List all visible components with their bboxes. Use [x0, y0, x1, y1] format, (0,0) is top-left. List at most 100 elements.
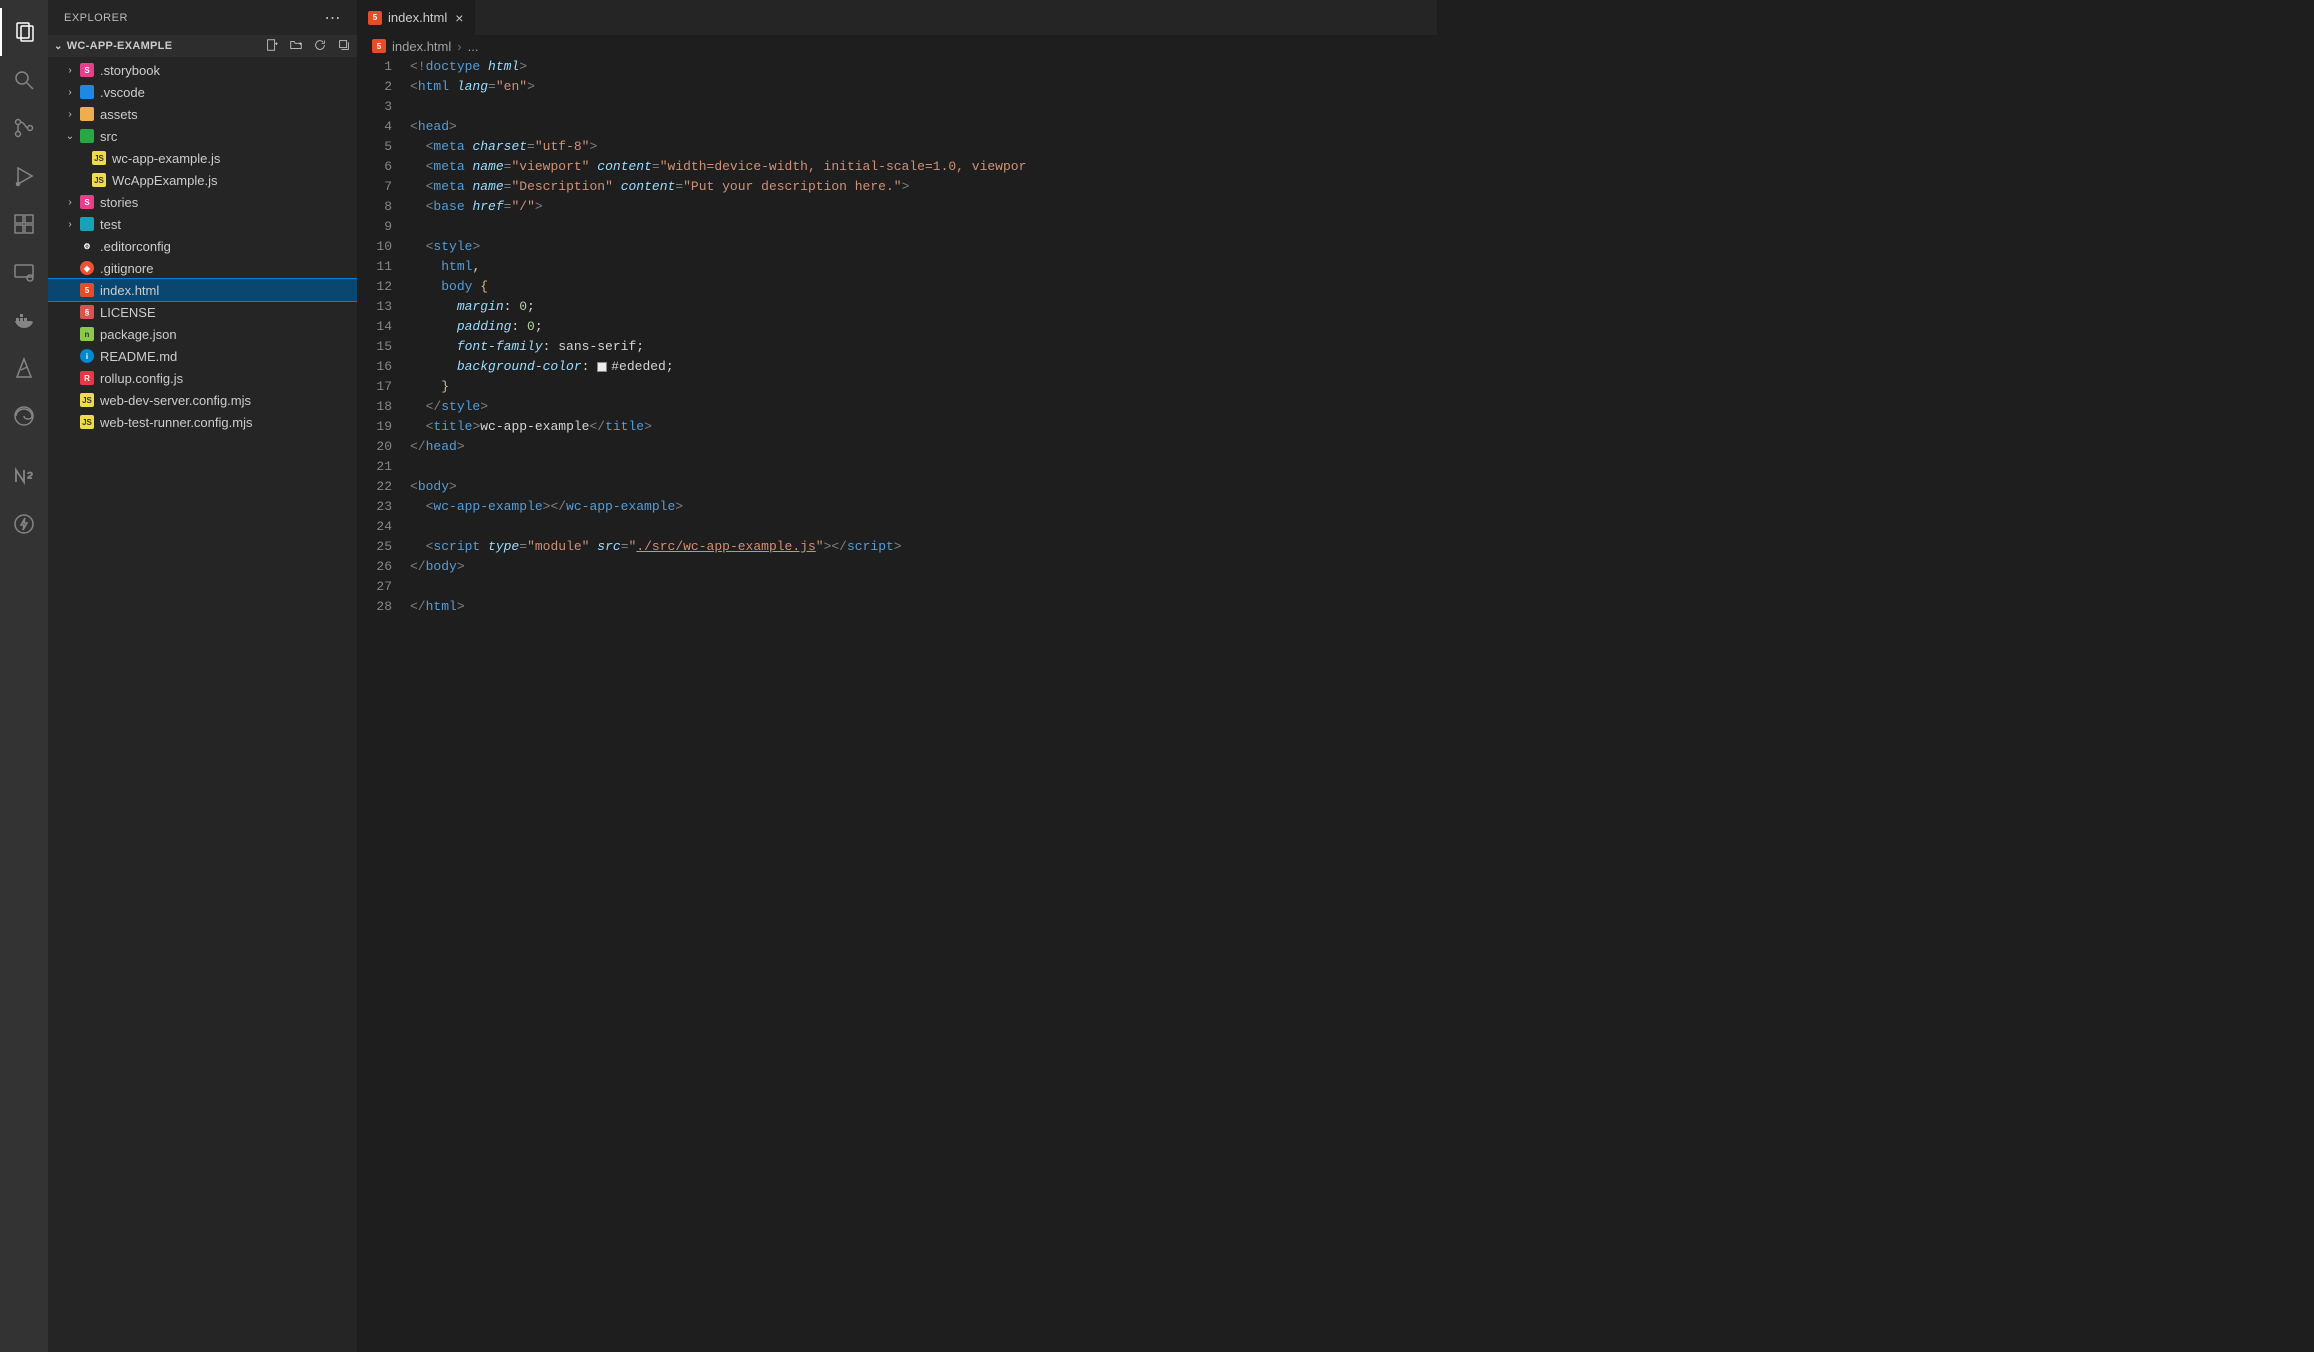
code-line: } — [410, 377, 1437, 397]
code-line: body { — [410, 277, 1437, 297]
line-number: 27 — [358, 577, 392, 597]
activity-run-debug-icon[interactable] — [0, 152, 48, 200]
tree-folder--storybook[interactable]: ›S.storybook — [48, 59, 357, 81]
activity-extensions-icon[interactable] — [0, 200, 48, 248]
tree-label: index.html — [100, 283, 159, 298]
tree-file-web-dev-server-config-mjs[interactable]: JSweb-dev-server.config.mjs — [48, 389, 357, 411]
gutter: 1234567891011121314151617181920212223242… — [358, 57, 410, 1352]
tree-folder-assets[interactable]: ›assets — [48, 103, 357, 125]
file-icon: n — [78, 326, 96, 342]
code-line: html, — [410, 257, 1437, 277]
file-tree: ›S.storybook›.vscode›assets⌄srcJSwc-app-… — [48, 57, 357, 1352]
line-number: 5 — [358, 137, 392, 157]
tree-label: rollup.config.js — [100, 371, 183, 386]
file-icon: S — [78, 194, 96, 210]
line-number: 11 — [358, 257, 392, 277]
file-icon — [78, 216, 96, 232]
tree-label: README.md — [100, 349, 177, 364]
breadcrumb-file: index.html — [392, 39, 451, 54]
tree-label: web-test-runner.config.mjs — [100, 415, 252, 430]
file-icon: JS — [90, 172, 108, 188]
line-number: 2 — [358, 77, 392, 97]
tree-folder--vscode[interactable]: ›.vscode — [48, 81, 357, 103]
line-number: 18 — [358, 397, 392, 417]
project-header[interactable]: ⌄ WC-APP-EXAMPLE — [48, 35, 357, 57]
tree-file-wcappexample-js[interactable]: JSWcAppExample.js — [48, 169, 357, 191]
code-line: <meta charset="utf-8"> — [410, 137, 1437, 157]
tree-folder-stories[interactable]: ›Sstories — [48, 191, 357, 213]
file-icon: 5 — [78, 282, 96, 298]
line-number: 25 — [358, 537, 392, 557]
chevron-right-icon: › — [62, 219, 78, 230]
code-line: font-family: sans-serif; — [410, 337, 1437, 357]
chevron-right-icon: › — [457, 39, 461, 54]
activity-remote-icon[interactable] — [0, 248, 48, 296]
line-number: 16 — [358, 357, 392, 377]
app-root: EXPLORER ⋯ ⌄ WC-APP-EXAMPLE ›S.storybook… — [0, 0, 1437, 1352]
line-number: 13 — [358, 297, 392, 317]
tree-file-rollup-config-js[interactable]: Rrollup.config.js — [48, 367, 357, 389]
activity-edge-icon[interactable] — [0, 392, 48, 440]
tab-label: index.html — [388, 10, 447, 25]
code-line — [410, 97, 1437, 117]
tabs-bar: 5 index.html × — [358, 0, 1437, 35]
chevron-down-icon: ⌄ — [62, 131, 78, 142]
close-icon[interactable]: × — [453, 10, 465, 26]
chevron-right-icon: › — [62, 197, 78, 208]
tree-file--gitignore[interactable]: ◆.gitignore — [48, 257, 357, 279]
line-number: 8 — [358, 197, 392, 217]
code-line: <head> — [410, 117, 1437, 137]
line-number: 26 — [358, 557, 392, 577]
html-icon: 5 — [368, 11, 382, 25]
tree-folder-test[interactable]: ›test — [48, 213, 357, 235]
file-icon: S — [78, 62, 96, 78]
tree-file-index-html[interactable]: 5 index.html — [48, 279, 357, 301]
tree-file-readme-md[interactable]: i README.md — [48, 345, 357, 367]
code-line: <!doctype html> — [410, 57, 1437, 77]
tree-label: assets — [100, 107, 138, 122]
file-icon: JS — [78, 392, 96, 408]
activity-explorer-icon[interactable] — [0, 8, 48, 56]
refresh-icon[interactable] — [313, 38, 327, 55]
code-content[interactable]: <!doctype html><html lang="en"><head> <m… — [410, 57, 1437, 1352]
line-number: 12 — [358, 277, 392, 297]
editor-body[interactable]: 1234567891011121314151617181920212223242… — [358, 57, 1437, 1352]
tree-label: .editorconfig — [100, 239, 171, 254]
activity-azure-icon[interactable] — [0, 344, 48, 392]
tree-file-web-test-runner-config-mjs[interactable]: JSweb-test-runner.config.mjs — [48, 411, 357, 433]
file-icon: i — [78, 348, 96, 364]
activity-source-control-icon[interactable] — [0, 104, 48, 152]
color-swatch-icon — [597, 362, 607, 372]
activity-docker-icon[interactable] — [0, 296, 48, 344]
file-icon — [78, 128, 96, 144]
tree-file-wc-app-example-js[interactable]: JSwc-app-example.js — [48, 147, 357, 169]
breadcrumb[interactable]: 5 index.html › ... — [358, 35, 1437, 57]
code-line: </html> — [410, 597, 1437, 617]
tree-file-package-json[interactable]: npackage.json — [48, 323, 357, 345]
code-line: <style> — [410, 237, 1437, 257]
line-number: 10 — [358, 237, 392, 257]
line-number: 17 — [358, 377, 392, 397]
code-line: background-color: #ededed; — [410, 357, 1437, 377]
sidebar-more-icon[interactable]: ⋯ — [325, 8, 342, 28]
code-line: <meta name="Description" content="Put yo… — [410, 177, 1437, 197]
collapse-all-icon[interactable] — [337, 38, 351, 55]
chevron-right-icon: › — [62, 65, 78, 76]
tab-index-html[interactable]: 5 index.html × — [358, 0, 476, 35]
sidebar: EXPLORER ⋯ ⌄ WC-APP-EXAMPLE ›S.storybook… — [48, 0, 358, 1352]
activity-bolt-icon[interactable] — [0, 500, 48, 548]
tree-folder-src[interactable]: ⌄ src — [48, 125, 357, 147]
tree-file--editorconfig[interactable]: ⚙.editorconfig — [48, 235, 357, 257]
code-line — [410, 577, 1437, 597]
code-line: <meta name="viewport" content="width=dev… — [410, 157, 1437, 177]
sidebar-title: EXPLORER — [64, 12, 128, 24]
line-number: 21 — [358, 457, 392, 477]
activity-search-icon[interactable] — [0, 56, 48, 104]
new-file-icon[interactable] — [265, 38, 279, 55]
activity-n2-icon[interactable] — [0, 452, 48, 500]
tree-label: src — [100, 129, 117, 144]
tree-file-license[interactable]: §LICENSE — [48, 301, 357, 323]
line-number: 22 — [358, 477, 392, 497]
project-header-actions — [265, 38, 351, 55]
new-folder-icon[interactable] — [289, 38, 303, 55]
